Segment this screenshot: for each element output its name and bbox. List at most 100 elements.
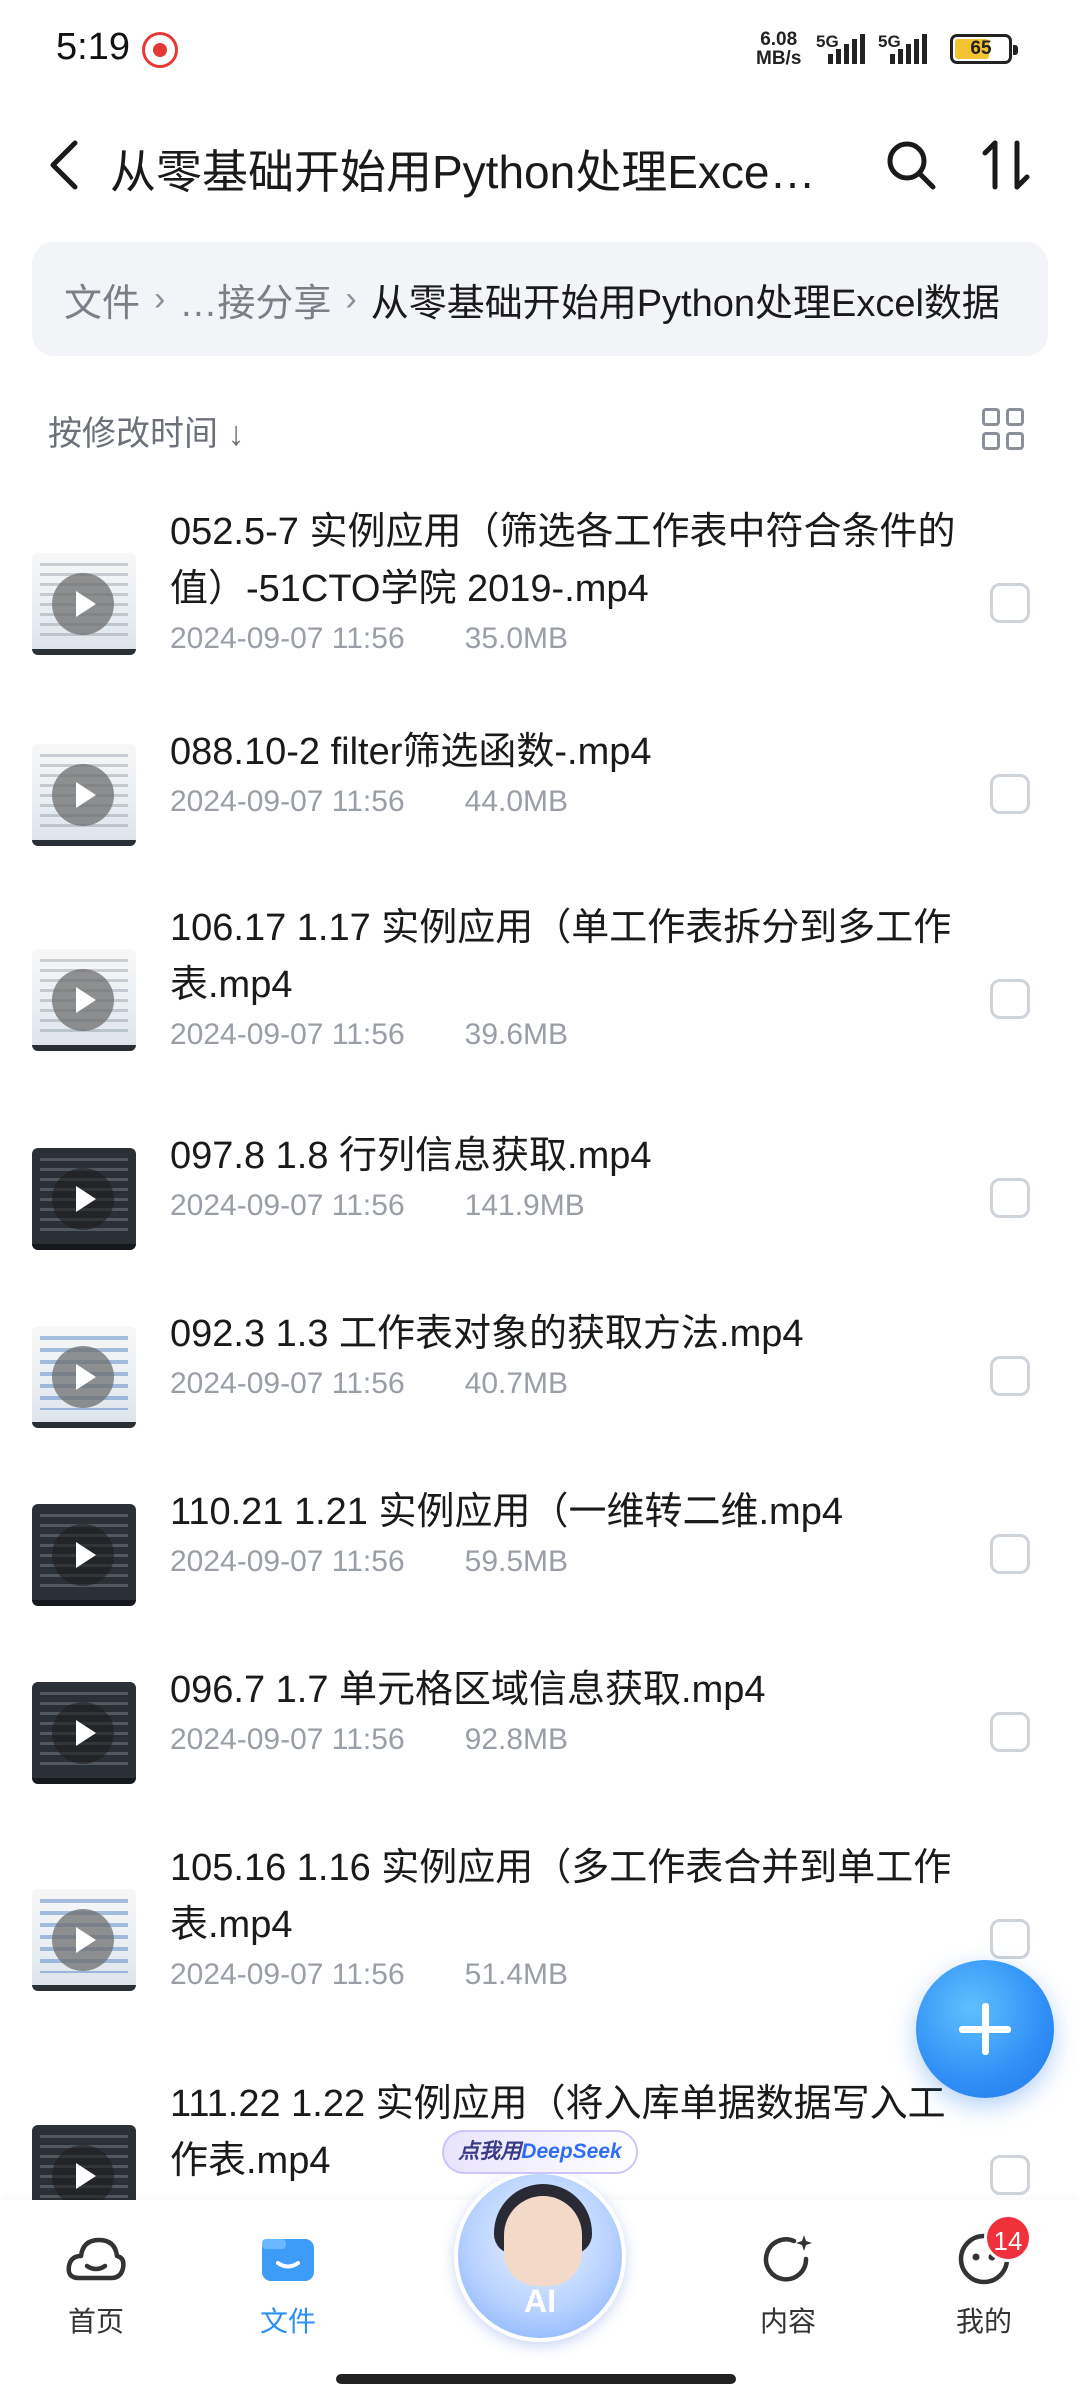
select-checkbox[interactable] xyxy=(990,774,1030,814)
file-meta: 2024-09-07 11:56 40.7MB xyxy=(170,1367,568,1401)
file-meta: 2024-09-07 11:56 141.9MB xyxy=(170,1189,585,1223)
file-name: 106.17 1.17 实例应用（单工作表拆分到多工作表.mp4 xyxy=(170,907,952,1006)
file-size: 59.5MB xyxy=(464,1545,569,1578)
video-thumbnail xyxy=(32,1148,136,1250)
nav-files-label: 文件 xyxy=(259,2306,316,2337)
breadcrumb-separator-icon: › xyxy=(345,279,357,318)
file-meta: 2024-09-07 11:56 92.8MB xyxy=(170,1723,568,1757)
sort-by-modified-button[interactable]: 按修改时间 ↓ xyxy=(48,400,244,460)
video-thumbnail xyxy=(32,1504,136,1606)
search-button[interactable] xyxy=(876,130,946,200)
nav-mine-label: 我的 xyxy=(955,2306,1012,2337)
play-icon xyxy=(52,969,114,1031)
file-name: 092.3 1.3 工作表对象的获取方法.mp4 xyxy=(170,1313,804,1355)
notification-badge: 14 xyxy=(984,2214,1032,2262)
sort-arrows-icon xyxy=(982,140,1030,190)
battery-icon: 65 xyxy=(950,34,1018,64)
file-name: 110.21 1.21 实例应用（一维转二维.mp4 xyxy=(170,1491,843,1533)
sort-order-button[interactable] xyxy=(972,130,1042,200)
video-thumbnail xyxy=(32,1682,136,1784)
file-size: 40.7MB xyxy=(464,1367,569,1400)
signal-2-icon: 5G xyxy=(878,32,938,66)
file-name: 096.7 1.7 单元格区域信息获取.mp4 xyxy=(170,1669,766,1711)
video-thumbnail xyxy=(32,744,136,846)
breadcrumb-current: 从零基础开始用Python处理Excel数据 xyxy=(370,282,1000,325)
file-size: 35.0MB xyxy=(464,622,569,655)
file-size: 141.9MB xyxy=(464,1189,585,1222)
play-icon xyxy=(52,1346,114,1408)
ai-assistant-button[interactable]: AI 点我用DeepSeek xyxy=(442,2130,638,2350)
file-browser-screen: 5:19 6.08 MB/s 5G 5G 65 从零基础开始用Python处理E… xyxy=(0,0,1080,2400)
chevron-left-icon xyxy=(50,140,78,190)
deepseek-bubble-prefix: 点我用 xyxy=(458,2140,522,2163)
network-speed: 6.08 MB/s xyxy=(756,30,801,68)
play-icon xyxy=(52,764,114,826)
select-checkbox[interactable] xyxy=(990,1534,1030,1574)
play-icon xyxy=(52,2145,114,2207)
breadcrumb-item-files[interactable]: 文件 xyxy=(64,272,140,327)
nav-mine[interactable]: 14 我的 xyxy=(914,2214,1054,2346)
add-button[interactable] xyxy=(916,1960,1054,2098)
file-size: 39.6MB xyxy=(464,1018,569,1051)
file-name: 088.10-2 filter筛选函数-.mp4 xyxy=(170,731,652,773)
breadcrumb: 文件 › …接分享 › 从零基础开始用Python处理Excel数据 xyxy=(32,242,1048,356)
select-checkbox[interactable] xyxy=(990,2155,1030,2195)
status-time: 5:19 xyxy=(56,26,130,68)
file-name: 097.8 1.8 行列信息获取.mp4 xyxy=(170,1135,652,1177)
notification-app-icon xyxy=(142,32,178,68)
select-checkbox[interactable] xyxy=(990,1356,1030,1396)
nav-files[interactable]: 文件 xyxy=(218,2226,358,2346)
breadcrumb-separator-icon: › xyxy=(154,279,166,318)
breadcrumb-item-shared[interactable]: …接分享 xyxy=(179,272,331,327)
play-icon xyxy=(52,1702,114,1764)
select-checkbox[interactable] xyxy=(990,979,1030,1019)
file-date: 2024-09-07 11:56 xyxy=(170,785,405,818)
video-thumbnail xyxy=(32,1889,136,1991)
nav-content-label: 内容 xyxy=(759,2306,816,2337)
deepseek-bubble: 点我用DeepSeek xyxy=(442,2130,638,2174)
file-size: 92.8MB xyxy=(464,1723,569,1756)
back-button[interactable] xyxy=(30,130,100,200)
file-date: 2024-09-07 11:56 xyxy=(170,1723,405,1756)
file-date: 2024-09-07 11:56 xyxy=(170,1189,405,1222)
battery-level: 65 xyxy=(970,38,992,59)
file-date: 2024-09-07 11:56 xyxy=(170,1018,405,1051)
play-icon xyxy=(52,1909,114,1971)
file-meta: 2024-09-07 11:56 59.5MB xyxy=(170,1545,568,1579)
folder-icon xyxy=(262,2239,314,2281)
select-checkbox[interactable] xyxy=(990,1178,1030,1218)
status-bar: 5:19 6.08 MB/s 5G 5G 65 xyxy=(0,0,1080,100)
ai-avatar-icon: AI xyxy=(454,2170,626,2342)
page-title: 从零基础开始用Python处理Exce… xyxy=(110,146,816,198)
deepseek-brand: DeepSeek xyxy=(521,2140,622,2163)
video-thumbnail xyxy=(32,1326,136,1428)
file-name: 052.5-7 实例应用（筛选各工作表中符合条件的值）-51CTO学院 2019… xyxy=(170,511,956,610)
file-size: 44.0MB xyxy=(464,785,569,818)
file-size: 51.4MB xyxy=(464,1958,569,1991)
play-icon xyxy=(52,573,114,635)
signal-1-icon: 5G xyxy=(816,32,876,66)
cloud-home-icon xyxy=(66,2237,126,2281)
network-speed-value: 6.08 xyxy=(760,29,798,50)
file-meta: 2024-09-07 11:56 35.0MB xyxy=(170,622,568,656)
nav-home[interactable]: 首页 xyxy=(26,2226,166,2346)
ai-label: AI xyxy=(524,2283,556,2319)
refresh-star-icon xyxy=(763,2235,812,2282)
file-date: 2024-09-07 11:56 xyxy=(170,1367,405,1400)
video-thumbnail xyxy=(32,553,136,655)
select-checkbox[interactable] xyxy=(990,1712,1030,1752)
nav-content[interactable]: 内容 xyxy=(718,2226,858,2346)
file-name: 105.16 1.16 实例应用（多工作表合并到单工作表.mp4 xyxy=(170,1847,952,1946)
grid-view-icon[interactable] xyxy=(982,408,1026,452)
select-checkbox[interactable] xyxy=(990,583,1030,623)
home-indicator[interactable] xyxy=(336,2374,736,2384)
file-meta: 2024-09-07 11:56 44.0MB xyxy=(170,785,568,819)
video-thumbnail xyxy=(32,949,136,1051)
file-meta: 2024-09-07 11:56 51.4MB xyxy=(170,1958,568,1992)
nav-home-label: 首页 xyxy=(67,2306,124,2337)
file-meta: 2024-09-07 11:56 39.6MB xyxy=(170,1018,568,1052)
play-icon xyxy=(52,1524,114,1586)
file-date: 2024-09-07 11:56 xyxy=(170,622,405,655)
network-speed-unit: MB/s xyxy=(756,48,802,69)
select-checkbox[interactable] xyxy=(990,1919,1030,1959)
